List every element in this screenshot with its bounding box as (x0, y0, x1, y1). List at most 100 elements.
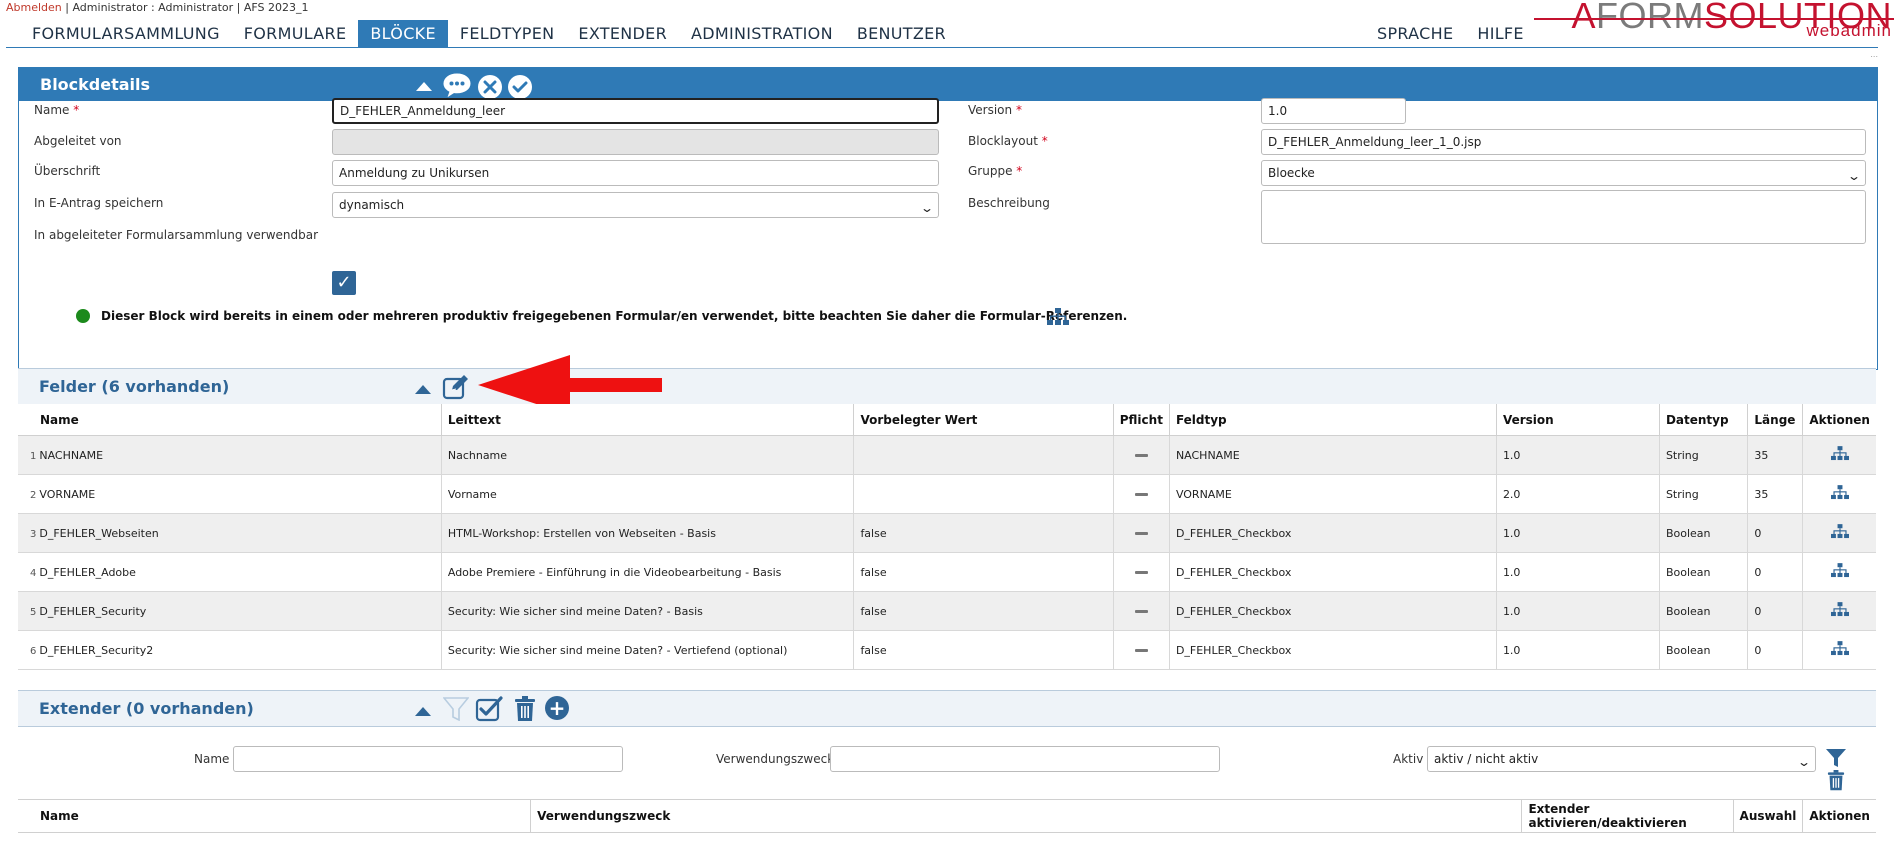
table-row[interactable]: 2 VORNAME Vorname VORNAME 2.0 String 35 (18, 474, 1876, 514)
references-icon[interactable] (1830, 446, 1849, 464)
filter-name-input[interactable] (233, 746, 623, 772)
nav-formularsammlung[interactable]: FORMULARSAMMLUNG (20, 20, 232, 47)
version-input[interactable]: 1.0 (1261, 98, 1406, 124)
cell-pflicht (1112, 513, 1170, 553)
cell-name: 1 NACHNAME (18, 435, 442, 475)
references-icon[interactable] (1830, 563, 1849, 581)
nav-administration[interactable]: ADMINISTRATION (679, 20, 845, 47)
ext-col-toggle[interactable]: Extender aktivieren/deaktivieren (1521, 799, 1734, 833)
references-icon[interactable] (1830, 485, 1849, 503)
table-row[interactable]: 3 D_FEHLER_Webseiten HTML-Workshop: Erstel… (18, 513, 1876, 553)
group-label: Gruppe * (968, 164, 1023, 178)
cell-wert: false (853, 630, 1114, 670)
desc-textarea[interactable] (1261, 190, 1866, 244)
ext-col-auswahl[interactable]: Auswahl (1732, 799, 1803, 833)
felder-table: Name Leittext Vorbelegter Wert Pflicht F… (18, 404, 1876, 670)
clear-filter-trash-icon[interactable] (1827, 770, 1845, 791)
cell-version: 1.0 (1495, 630, 1660, 670)
cell-version: 1.0 (1495, 552, 1660, 592)
layout-input[interactable]: D_FEHLER_Anmeldung_leer_1_0.jsp (1261, 129, 1866, 155)
filter-purpose-input[interactable] (830, 746, 1220, 772)
cell-leittext: Security: Wie sicher sind meine Daten? -… (440, 630, 854, 670)
cell-datentyp: Boolean (1658, 630, 1748, 670)
cell-pflicht (1112, 552, 1170, 592)
cell-laenge: 0 (1747, 591, 1803, 631)
cell-laenge: 35 (1747, 474, 1803, 514)
references-icon[interactable] (1830, 641, 1849, 659)
save-check-icon[interactable] (508, 74, 532, 99)
derived-input (332, 129, 939, 155)
nav-extender[interactable]: EXTENDER (566, 20, 679, 47)
nav-bloecke[interactable]: BLÖCKE (358, 20, 448, 47)
col-leittext[interactable]: Leittext (440, 404, 854, 436)
cell-pflicht (1112, 591, 1170, 631)
nav-formulare[interactable]: FORMULARE (232, 20, 359, 47)
check-all-icon[interactable] (475, 696, 503, 722)
table-row[interactable]: 6 D_FEHLER_Security2 Security: Wie sicher … (18, 630, 1876, 670)
table-row[interactable]: 1 NACHNAME Nachname NACHNAME 1.0 String 35 (18, 435, 1876, 475)
user-info: | Administrator : Administrator | AFS 20… (61, 1, 309, 14)
filter-icon[interactable] (443, 697, 469, 721)
cell-laenge: 0 (1747, 630, 1803, 670)
group-select[interactable]: Bloecke ⌄ (1261, 160, 1866, 186)
references-icon[interactable] (1830, 602, 1849, 620)
apply-filter-icon[interactable] (1825, 748, 1847, 768)
hierarchy-icon[interactable] (1047, 308, 1069, 326)
chevron-down-icon: ⌄ (1796, 755, 1812, 769)
col-name[interactable]: Name (18, 404, 442, 436)
logout-link[interactable]: Abmelden (6, 1, 62, 14)
references-icon[interactable] (1830, 524, 1849, 542)
cell-feldtyp: D_FEHLER_Checkbox (1168, 630, 1497, 670)
edit-icon[interactable] (442, 374, 472, 400)
cell-leittext: Nachname (440, 435, 854, 475)
more-dots[interactable]: ... (1870, 50, 1878, 59)
minus-icon (1134, 493, 1148, 496)
name-input[interactable]: D_FEHLER_Anmeldung_leer (332, 98, 939, 124)
cell-leittext: Adobe Premiere - Einführung in die Video… (440, 552, 854, 592)
minus-icon (1134, 610, 1148, 613)
nav-benutzer[interactable]: BENUTZER (845, 20, 958, 47)
add-icon[interactable]: + (545, 696, 569, 720)
col-feldtyp[interactable]: Feldtyp (1168, 404, 1497, 436)
cell-wert: false (853, 552, 1114, 592)
heading-input[interactable]: Anmeldung zu Unikursen (332, 160, 939, 186)
col-version[interactable]: Version (1495, 404, 1660, 436)
cell-leittext: Security: Wie sicher sind meine Daten? -… (440, 591, 854, 631)
filter-purpose-label: Verwendungszweck (716, 752, 835, 766)
collapse-icon[interactable] (416, 82, 432, 91)
cell-aktionen (1802, 435, 1876, 475)
cell-feldtyp: VORNAME (1168, 474, 1497, 514)
collapse-icon[interactable] (415, 385, 431, 394)
ext-col-name[interactable]: Name (18, 799, 531, 833)
cell-leittext: Vorname (440, 474, 854, 514)
row-number: 5 (30, 606, 37, 618)
nav-feldtypen[interactable]: FELDTYPEN (448, 20, 567, 47)
col-wert[interactable]: Vorbelegter Wert (853, 404, 1114, 436)
ext-col-purpose[interactable]: Verwendungszweck (530, 799, 1522, 833)
cancel-icon[interactable] (478, 74, 502, 99)
nav-hilfe[interactable]: HILFE (1465, 20, 1535, 47)
session-bar: Abmelden | Administrator : Administrator… (6, 1, 308, 14)
chevron-down-icon: ⌄ (919, 201, 935, 215)
cell-feldtyp: D_FEHLER_Checkbox (1168, 552, 1497, 592)
cell-name: 2 VORNAME (18, 474, 442, 514)
eantrag-select[interactable]: dynamisch ⌄ (332, 192, 939, 218)
collapse-icon[interactable] (415, 707, 431, 716)
col-pflicht[interactable]: Pflicht (1112, 404, 1170, 436)
filter-active-select[interactable]: aktiv / nicht aktiv ⌄ (1427, 746, 1816, 772)
col-datentyp[interactable]: Datentyp (1658, 404, 1748, 436)
nav-sprache[interactable]: SPRACHE (1365, 20, 1465, 47)
nav-divider (6, 47, 1878, 48)
minus-icon (1134, 649, 1148, 652)
trash-icon[interactable] (514, 696, 536, 722)
cell-wert: false (853, 591, 1114, 631)
cell-laenge: 0 (1747, 513, 1803, 553)
felder-title: Felder (6 vorhanden) (39, 377, 230, 396)
table-row[interactable]: 4 D_FEHLER_Adobe Adobe Premiere - Einführu… (18, 552, 1876, 592)
comment-icon[interactable] (442, 72, 472, 101)
col-laenge[interactable]: Länge (1747, 404, 1803, 436)
usable-checkbox[interactable]: ✓ (332, 271, 356, 295)
extender-header: Extender (0 vorhanden) + (18, 690, 1876, 727)
table-row[interactable]: 5 D_FEHLER_Security Security: Wie sicher s… (18, 591, 1876, 631)
cell-aktionen (1802, 474, 1876, 514)
